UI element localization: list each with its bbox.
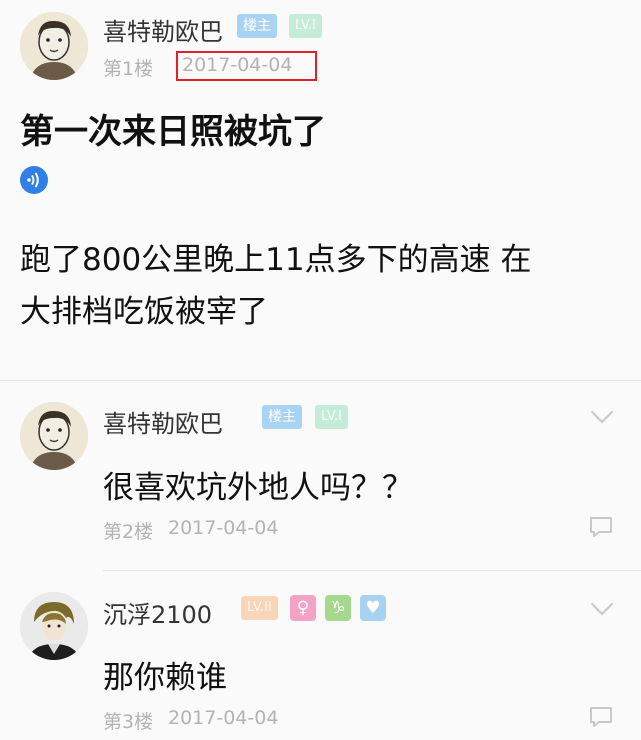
chevron-down-icon[interactable] <box>590 400 614 424</box>
reply-author-avatar[interactable] <box>20 402 88 470</box>
level-badge: LV.I <box>315 405 348 429</box>
reply-author-name[interactable]: 喜特勒欧巴 <box>103 404 223 439</box>
comment-icon[interactable] <box>588 515 614 539</box>
post-divider <box>0 380 641 381</box>
post-title: 第一次来日照被坑了 <box>20 112 326 152</box>
voice-wave-icon[interactable] <box>20 166 48 194</box>
reply-author-avatar[interactable] <box>20 592 88 660</box>
post-author-avatar[interactable] <box>20 12 88 80</box>
reply-text: 很喜欢坑外地人吗？？ <box>103 470 413 506</box>
owner-badge: 楼主 <box>262 405 302 429</box>
chevron-down-icon[interactable] <box>590 592 614 616</box>
owner-badge: 楼主 <box>237 14 277 38</box>
post-body-line-2: 大排档吃饭被宰了 <box>20 294 268 330</box>
reply-date: 2017-04-04 <box>168 517 279 539</box>
comment-icon[interactable] <box>588 705 614 729</box>
reply-floor: 第2楼 <box>103 521 154 543</box>
reply-date: 2017-04-04 <box>168 707 279 729</box>
post-author-name[interactable]: 喜特勒欧巴 <box>103 12 223 47</box>
capricorn-icon: ♑ <box>325 595 351 621</box>
couple-badge-icon: ♥ <box>360 595 386 621</box>
reply-floor: 第3楼 <box>103 711 154 733</box>
female-icon: ♀ <box>290 595 316 621</box>
reply-divider <box>103 570 641 571</box>
post-date: 2017-04-04 <box>182 54 293 76</box>
level-badge: LV.I <box>289 14 322 38</box>
post-body-line-1: 跑了800公里晚上11点多下的高速 在 <box>20 242 532 278</box>
reply-author-name[interactable]: 沉浮2100 <box>103 595 212 630</box>
reply-text: 那你赖谁 <box>103 660 227 696</box>
post-floor: 第1楼 <box>103 58 154 80</box>
level-badge: LV.II <box>241 596 278 620</box>
